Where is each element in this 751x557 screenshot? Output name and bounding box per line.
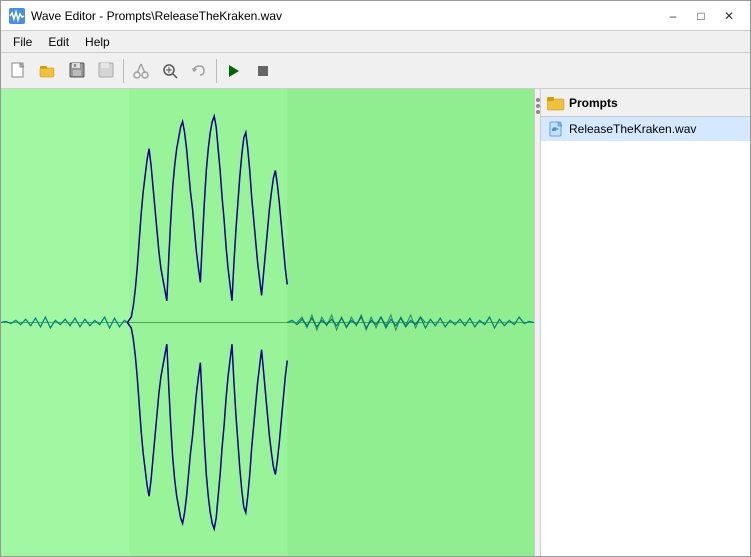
stop-icon <box>254 62 272 80</box>
menu-bar: File Edit Help <box>1 31 750 53</box>
sidebar-header: Prompts <box>541 89 750 117</box>
sidebar-title: Prompts <box>569 96 618 110</box>
play-button[interactable] <box>220 57 248 85</box>
folder-icon <box>547 95 565 111</box>
save-button[interactable] <box>63 57 91 85</box>
app-icon <box>9 8 25 24</box>
undo-icon <box>190 62 208 80</box>
open-icon <box>39 62 57 80</box>
toolbar-separator-1 <box>123 59 124 83</box>
close-button[interactable]: ✕ <box>716 6 742 26</box>
play-icon <box>225 62 243 80</box>
main-window: Wave Editor - Prompts\ReleaseTheKraken.w… <box>0 0 751 557</box>
save-as-button[interactable] <box>92 57 120 85</box>
minimize-button[interactable]: – <box>660 6 686 26</box>
toolbar <box>1 53 750 89</box>
window-controls: – □ ✕ <box>660 6 742 26</box>
save-icon <box>68 62 86 80</box>
save-as-icon <box>97 62 115 80</box>
splitter-dot-1 <box>536 98 540 102</box>
splitter-dot-3 <box>536 110 540 114</box>
sidebar: Prompts ReleaseTheKraken.wav <box>540 89 750 556</box>
menu-edit[interactable]: Edit <box>40 33 77 51</box>
splitter-dot-2 <box>536 104 540 108</box>
new-icon <box>10 62 28 80</box>
open-button[interactable] <box>34 57 62 85</box>
menu-help[interactable]: Help <box>77 33 118 51</box>
cut-button[interactable] <box>127 57 155 85</box>
zoom-button[interactable] <box>156 57 184 85</box>
undo-button[interactable] <box>185 57 213 85</box>
maximize-button[interactable]: □ <box>688 6 714 26</box>
toolbar-separator-2 <box>216 59 217 83</box>
waveform-container[interactable] <box>1 89 534 556</box>
title-bar: Wave Editor - Prompts\ReleaseTheKraken.w… <box>1 1 750 31</box>
new-button[interactable] <box>5 57 33 85</box>
cut-icon <box>132 62 150 80</box>
waveform-svg <box>1 89 534 556</box>
audio-file-icon <box>549 121 565 137</box>
main-area: Prompts ReleaseTheKraken.wav <box>1 89 750 556</box>
menu-file[interactable]: File <box>5 33 40 51</box>
stop-button[interactable] <box>249 57 277 85</box>
title-bar-left: Wave Editor - Prompts\ReleaseTheKraken.w… <box>9 8 282 24</box>
sidebar-file-label: ReleaseTheKraken.wav <box>569 122 696 136</box>
zoom-icon <box>161 62 179 80</box>
sidebar-file-item[interactable]: ReleaseTheKraken.wav <box>541 117 750 141</box>
title-bar-title: Wave Editor - Prompts\ReleaseTheKraken.w… <box>31 9 282 23</box>
